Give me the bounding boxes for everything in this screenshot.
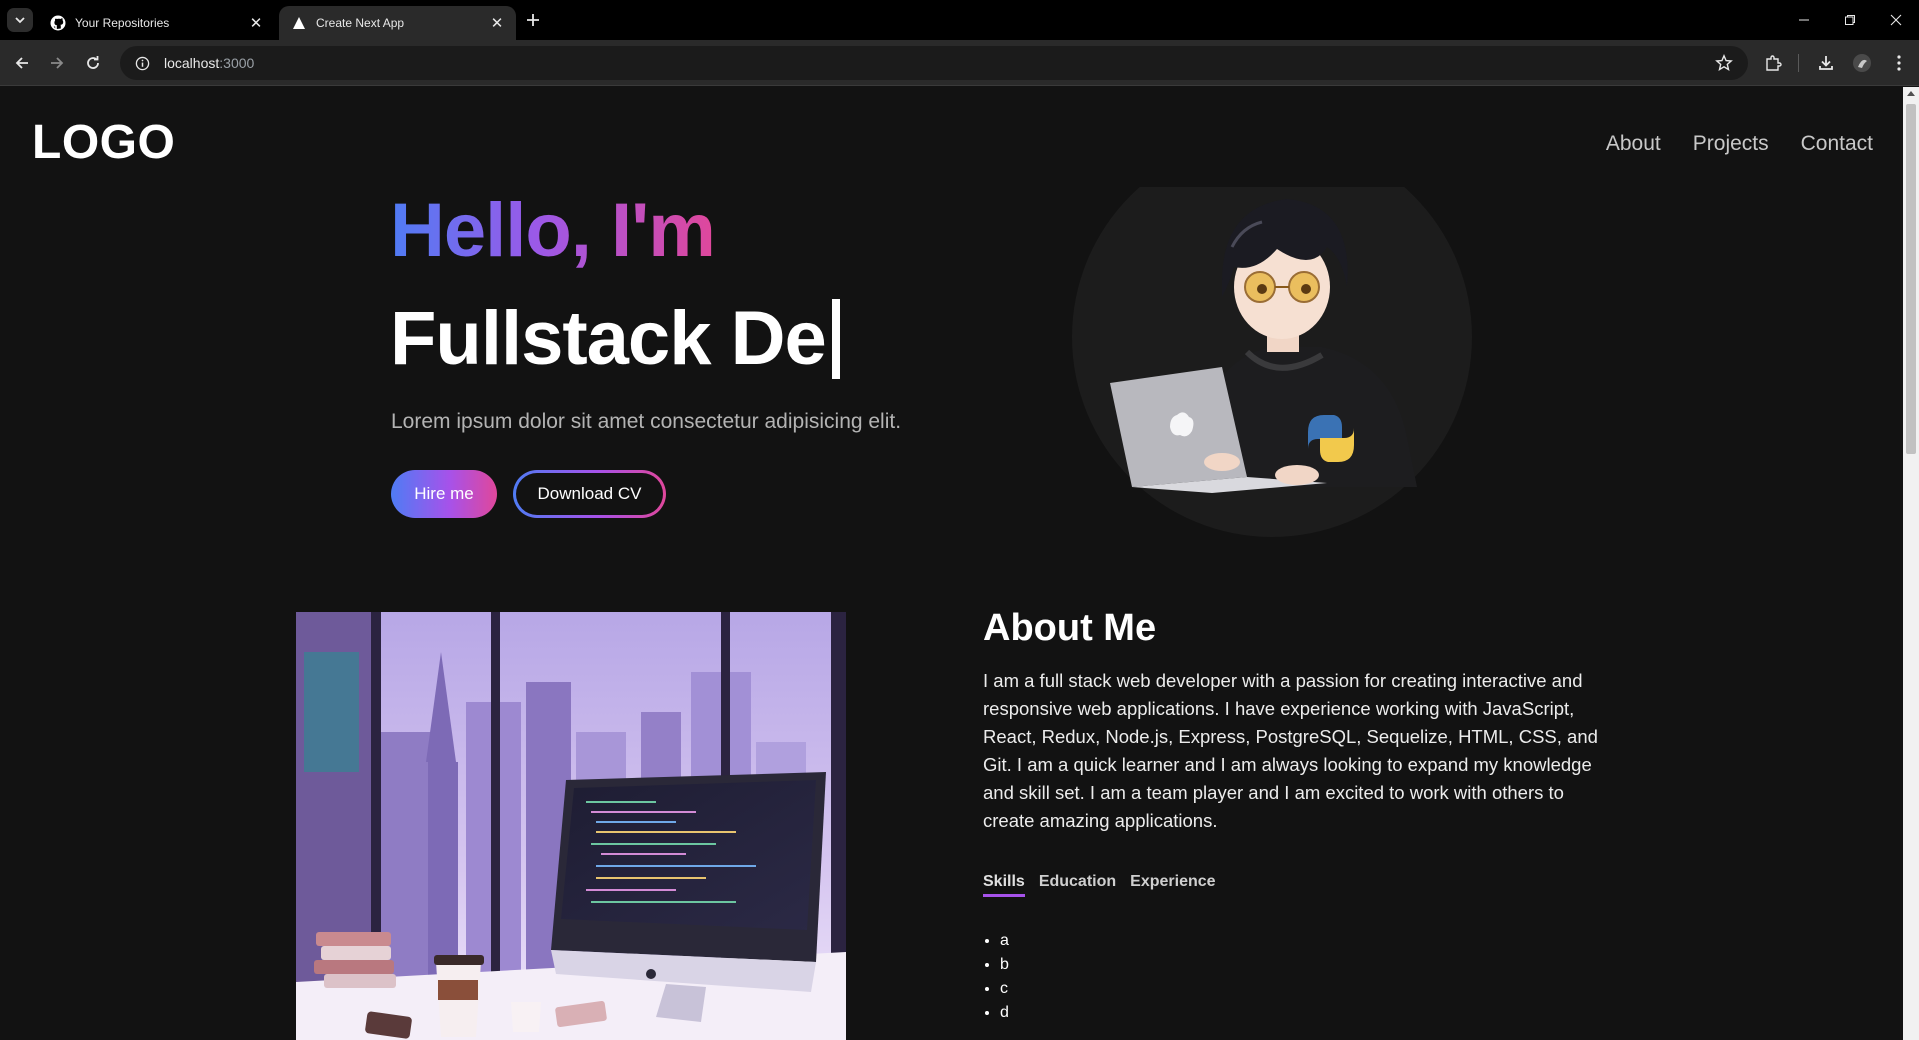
tab-education[interactable]: Education (1039, 873, 1116, 897)
url-host: localhost (164, 55, 220, 71)
list-item: d (1000, 1001, 1009, 1025)
restore-button[interactable] (1827, 0, 1873, 40)
about-title: About Me (983, 607, 1157, 649)
about-description: I am a full stack web developer with a p… (983, 670, 1598, 831)
nav-link-contact[interactable]: Contact (1801, 132, 1873, 156)
reload-button[interactable] (78, 48, 108, 78)
page-viewport: LOGO About Projects Contact Hello, I'm F… (0, 87, 1903, 1040)
close-icon (1890, 14, 1902, 26)
close-tab-icon[interactable]: ✕ (484, 10, 510, 36)
download-cv-label: Download CV (516, 473, 663, 515)
github-icon (50, 15, 66, 31)
list-item: b (1000, 953, 1009, 977)
minimize-button[interactable] (1781, 0, 1827, 40)
new-tab-button[interactable] (520, 8, 546, 32)
workspace-photo (296, 612, 846, 1040)
tab-title: Your Repositories (75, 16, 170, 30)
list-item: c (1000, 977, 1009, 1001)
plus-icon (527, 14, 539, 26)
back-button[interactable] (7, 48, 37, 78)
hero-subtitle: Lorem ipsum dolor sit amet consectetur a… (391, 410, 902, 433)
nextjs-icon (291, 15, 307, 31)
arrow-right-icon (51, 57, 64, 69)
tab-title: Create Next App (316, 16, 405, 30)
profile-avatar-icon[interactable] (1851, 52, 1873, 74)
hero-avatar (1072, 187, 1472, 537)
anime-developer-illustration (1110, 199, 1417, 493)
download-cv-button[interactable]: Download CV (513, 470, 666, 518)
forward-button[interactable] (42, 48, 72, 78)
about-tabs: Skills Education Experience (983, 873, 1218, 897)
close-window-button[interactable] (1873, 0, 1919, 40)
browser-toolbar: localhost:3000 (0, 40, 1919, 86)
bookmark-star-icon[interactable] (1714, 53, 1734, 73)
scroll-up-arrow-icon[interactable] (1907, 91, 1915, 96)
chevron-down-icon (15, 17, 25, 24)
hero-greeting: Hello, I'm (390, 188, 716, 273)
tab-experience[interactable]: Experience (1130, 873, 1215, 897)
browser-tab-create-next-app[interactable]: Create Next App ✕ (279, 6, 516, 40)
extensions-icon[interactable] (1762, 52, 1784, 74)
reload-icon (87, 56, 99, 69)
arrow-left-icon (15, 57, 28, 69)
list-item: a (1000, 929, 1009, 953)
skills-list: a b c d (1000, 929, 1009, 1025)
site-info-icon[interactable] (134, 55, 150, 71)
hero-role: Fullstack De (390, 295, 840, 382)
close-tab-icon[interactable]: ✕ (243, 10, 269, 36)
menu-kebab-icon[interactable] (1888, 52, 1910, 74)
minimize-icon (1799, 19, 1809, 21)
browser-tab-bar: Your Repositories ✕ Create Next App ✕ (0, 0, 1919, 40)
tab-search-button[interactable] (7, 8, 33, 32)
restore-icon (1845, 15, 1855, 25)
toolbar-divider (1798, 54, 1799, 72)
site-logo[interactable]: LOGO (32, 115, 175, 170)
main-nav: About Projects Contact (1606, 132, 1873, 156)
nav-link-projects[interactable]: Projects (1693, 132, 1769, 156)
hire-me-button[interactable]: Hire me (391, 470, 497, 518)
nav-link-about[interactable]: About (1606, 132, 1661, 156)
hero-role-typed-text: Fullstack De (390, 296, 827, 381)
url-port: :3000 (219, 55, 255, 71)
tab-skills[interactable]: Skills (983, 873, 1025, 897)
address-bar[interactable]: localhost:3000 (120, 46, 1748, 80)
scrollbar-thumb[interactable] (1906, 104, 1916, 454)
page-scrollbar[interactable] (1903, 87, 1919, 1040)
browser-tab-repositories[interactable]: Your Repositories ✕ (38, 6, 275, 40)
download-icon[interactable] (1815, 52, 1837, 74)
typing-cursor (831, 298, 840, 379)
